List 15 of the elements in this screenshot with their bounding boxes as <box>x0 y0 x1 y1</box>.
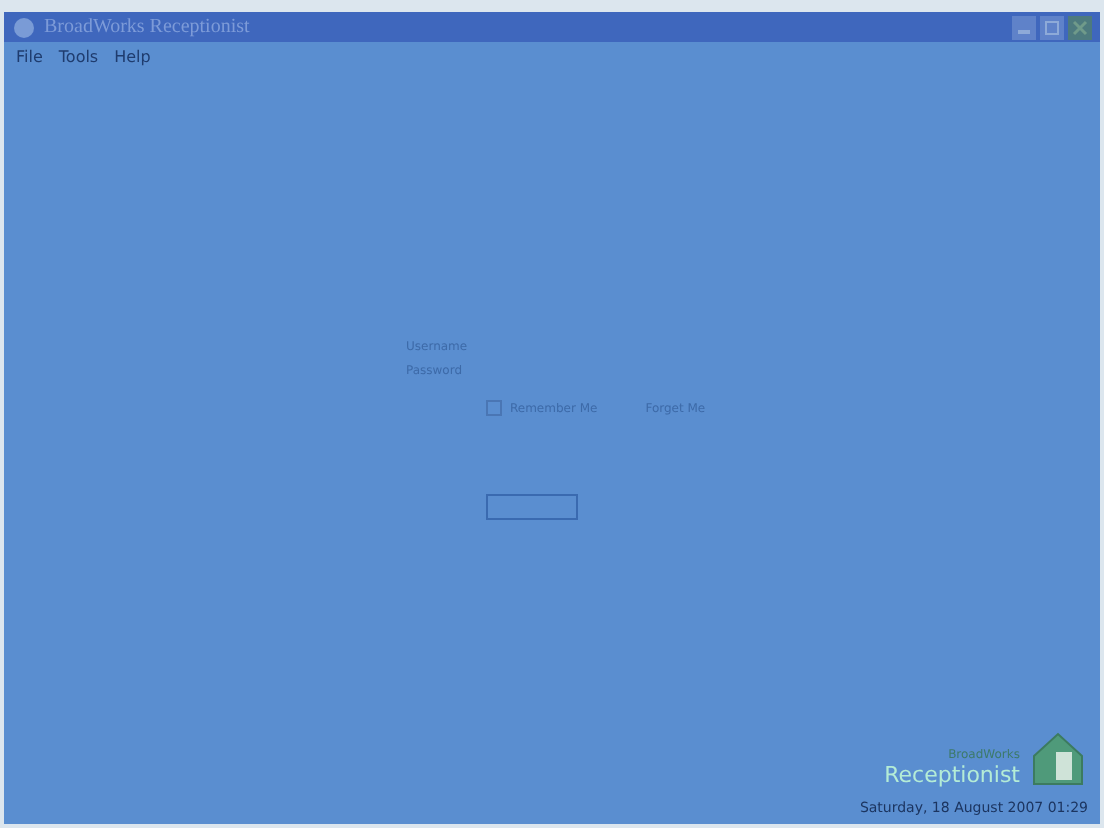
house-logo-icon <box>1028 728 1088 788</box>
window-title: BroadWorks Receptionist <box>44 16 250 38</box>
menu-item[interactable]: Help <box>114 48 151 66</box>
maximize-icon <box>1044 19 1060 35</box>
app-icon <box>12 15 36 39</box>
login-button[interactable] <box>486 494 578 520</box>
maximize-button[interactable] <box>1040 15 1064 39</box>
close-icon <box>1072 19 1088 35</box>
menu-item[interactable]: File <box>16 48 43 66</box>
close-button[interactable] <box>1068 15 1092 39</box>
remember-checkbox[interactable] <box>486 400 502 416</box>
brand-title: Receptionist <box>884 762 1020 788</box>
menu-item[interactable]: Tools <box>58 48 99 66</box>
minimize-icon <box>1018 30 1030 34</box>
minimize-button[interactable] <box>1012 15 1036 39</box>
